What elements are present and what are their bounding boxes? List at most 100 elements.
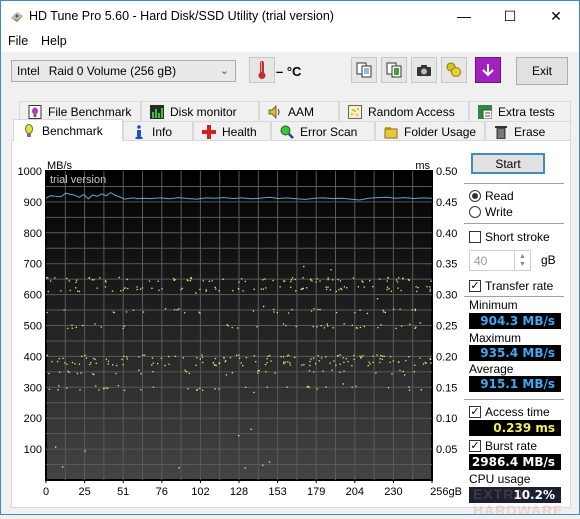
start-button[interactable]: Start: [471, 153, 545, 174]
access-time-point: [283, 361, 285, 363]
radio-read[interactable]: Read: [469, 189, 514, 203]
access-time-point: [303, 265, 305, 268]
access-time-point: [343, 323, 345, 325]
access-time-point: [55, 446, 57, 448]
short-stroke-checkbox[interactable]: Short stroke: [469, 230, 550, 244]
access-time-point: [151, 287, 153, 289]
access-time-point: [400, 289, 402, 292]
access-time-point: [48, 372, 50, 375]
access-time-point: [60, 290, 62, 292]
access-time-point: [57, 389, 59, 391]
access-time-point: [184, 312, 186, 314]
access-time-point: [186, 279, 188, 281]
access-time-point: [132, 309, 135, 311]
access-time-point: [388, 288, 390, 290]
access-time-point: [345, 358, 347, 360]
access-time-point: [327, 277, 329, 279]
checkmark-icon[interactable]: ✓: [469, 440, 481, 452]
access-time-point: [205, 290, 207, 292]
access-time-point: [160, 357, 163, 359]
access-time-point: [161, 288, 163, 290]
y-tick-right: 0.05: [436, 444, 457, 456]
access-time-point: [123, 355, 125, 357]
access-time-point: [287, 312, 290, 314]
radio-write-indicator[interactable]: [469, 206, 481, 218]
access-time-point: [265, 371, 267, 373]
access-time-point: [58, 358, 61, 360]
access-time-point: [202, 280, 204, 282]
access-time-point: [355, 327, 358, 329]
transfer-rate-checkbox[interactable]: ✓ Transfer rate: [469, 279, 553, 293]
access-time-point: [405, 360, 407, 362]
checkmark-icon[interactable]: ✓: [469, 280, 481, 292]
access-time-point: [383, 311, 385, 313]
access-time-point: [82, 324, 84, 327]
access-time-point: [270, 360, 272, 362]
access-time-point: [118, 276, 120, 279]
y-tick-left: 200: [24, 413, 42, 425]
access-time-point: [238, 357, 241, 359]
access-time-point: [142, 354, 144, 356]
checkmark-icon[interactable]: ✓: [469, 406, 481, 418]
access-time-point: [122, 327, 124, 330]
radio-read-label: Read: [485, 189, 514, 203]
access-time-point: [353, 354, 355, 357]
maximum-readout: 935.4 MB/s: [469, 345, 561, 361]
divider: [464, 183, 564, 184]
tab-benchmark[interactable]: Benchmark: [13, 119, 123, 141]
short-stroke-spinner[interactable]: 40 ▲ ▼: [469, 250, 531, 271]
access-time-point: [196, 357, 198, 359]
access-time-point: [359, 309, 361, 311]
access-time-point: [310, 358, 312, 360]
access-time-point: [363, 325, 365, 328]
access-time-point: [284, 361, 286, 363]
access-time-point: [100, 326, 102, 328]
access-time-point: [195, 292, 197, 294]
access-time-point: [393, 308, 395, 310]
access-time-point: [208, 280, 210, 282]
x-tick: 128: [230, 486, 248, 498]
checkbox-box[interactable]: [469, 231, 481, 243]
y-tick-left: 100: [24, 444, 42, 456]
access-time-point: [266, 358, 268, 360]
access-time-point: [375, 372, 377, 374]
access-time-point: [225, 360, 227, 362]
access-time-point: [408, 279, 410, 281]
access-time-point: [290, 286, 292, 288]
access-time-point: [231, 372, 233, 374]
access-time-point: [397, 287, 399, 289]
access-time-point: [414, 364, 416, 366]
access-time-point: [211, 280, 213, 282]
access-time-point: [244, 280, 246, 283]
y-tick-left: 1000: [18, 166, 42, 178]
access-time-point: [212, 362, 214, 364]
access-time-point: [80, 372, 82, 374]
access-time-point: [151, 364, 153, 366]
access-time-point: [429, 290, 431, 292]
access-time-checkbox[interactable]: ✓ Access time: [469, 405, 550, 419]
access-time-point: [157, 280, 159, 282]
access-time-point: [218, 290, 220, 292]
access-time-point: [138, 356, 140, 358]
spinner-arrows-icon[interactable]: ▲ ▼: [514, 251, 530, 270]
access-time-point: [242, 290, 244, 292]
access-time-point: [74, 363, 76, 365]
burst-rate-checkbox[interactable]: ✓ Burst rate: [469, 439, 537, 453]
access-time-point: [164, 308, 167, 310]
access-time-point: [386, 288, 388, 291]
x-tick: 51: [117, 486, 129, 498]
access-time-point: [419, 322, 421, 324]
lightbulb-icon: [25, 123, 33, 137]
access-time-point: [244, 467, 246, 469]
access-time-point: [103, 387, 105, 390]
access-time-point: [77, 290, 79, 292]
access-time-point: [265, 287, 267, 289]
access-time-point: [98, 389, 100, 391]
access-time-point: [310, 279, 312, 281]
radio-write[interactable]: Write: [469, 205, 513, 219]
access-time-point: [47, 290, 49, 293]
access-time-point: [398, 361, 400, 363]
access-time-point: [335, 311, 338, 314]
radio-read-indicator[interactable]: [469, 190, 481, 202]
access-time-point: [105, 387, 107, 389]
